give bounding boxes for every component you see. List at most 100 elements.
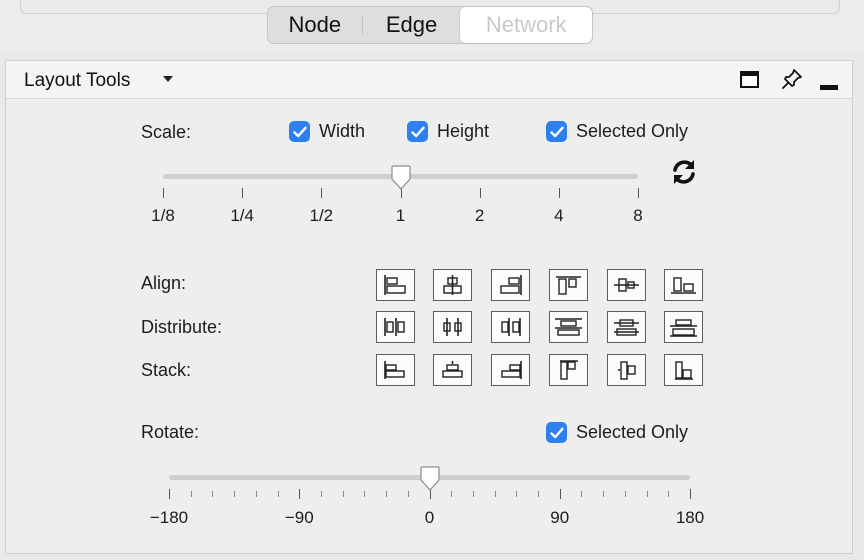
slider-minor-tick xyxy=(494,491,496,497)
top-area: Node Edge Network xyxy=(0,0,864,52)
slider-minor-tick xyxy=(668,491,670,497)
stack-center-horizontal-button[interactable] xyxy=(433,354,472,386)
slider-tick xyxy=(558,188,560,198)
stack-center-vertical-icon xyxy=(618,361,636,380)
slider-minor-tick xyxy=(646,491,648,497)
slider-minor-tick xyxy=(581,491,583,497)
check-icon xyxy=(549,427,564,438)
align-center-vertical-button[interactable] xyxy=(607,269,646,301)
slider-minor-tick xyxy=(407,491,409,497)
slider-tick-label: 0 xyxy=(424,508,435,527)
slider-tick-label: 180 xyxy=(675,508,705,527)
slider-tick-label: 90 xyxy=(550,508,570,527)
stack-center-vertical-button[interactable] xyxy=(607,354,646,386)
checkbox-label: Height xyxy=(437,121,490,141)
slider-tick xyxy=(559,489,561,499)
align-top-icon xyxy=(556,276,581,295)
layout-tools-panel: Layout Tools Scale: Width Height Selecte… xyxy=(5,60,853,554)
checkbox[interactable] xyxy=(546,422,567,443)
slider-tick xyxy=(321,188,323,198)
tab-edge[interactable]: Edge xyxy=(363,7,461,43)
check-icon xyxy=(292,126,307,137)
panel-title[interactable]: Layout Tools xyxy=(24,70,130,92)
stack-bottom-icon xyxy=(675,361,693,380)
slider-tick-label: 4 xyxy=(554,206,564,225)
slider-tick xyxy=(479,188,481,198)
pin-icon[interactable] xyxy=(780,67,804,91)
slider-tick-label: 2 xyxy=(474,206,485,225)
panel-tab-bar: Node Edge Network xyxy=(267,6,593,44)
align-bottom-button[interactable] xyxy=(664,269,703,301)
slider-tick-label: 8 xyxy=(633,206,643,225)
align-top-button[interactable] xyxy=(549,269,588,301)
maximize-icon[interactable] xyxy=(740,71,759,88)
align-center-horizontal-button[interactable] xyxy=(433,269,472,301)
slider-minor-tick xyxy=(386,491,388,497)
align-left-button[interactable] xyxy=(376,269,415,301)
slider-minor-tick xyxy=(190,491,192,497)
distribute-left-icon xyxy=(384,318,405,336)
slider-minor-tick xyxy=(516,491,518,497)
rotate-selected-only-checkbox[interactable]: Selected Only xyxy=(546,422,688,443)
slider-minor-tick xyxy=(603,491,605,497)
distribute-bottom-button[interactable] xyxy=(664,311,703,343)
chevron-down-icon[interactable] xyxy=(163,76,173,82)
distribute-center-horizontal-button[interactable] xyxy=(433,311,472,343)
stack-center-horizontal-icon xyxy=(442,361,463,378)
scale-label: Scale: xyxy=(141,122,192,142)
slider-tick xyxy=(163,188,164,198)
checkbox-label: Width xyxy=(319,121,366,141)
slider-tick-label: −180 xyxy=(149,508,189,527)
slider-minor-tick xyxy=(624,491,626,497)
checkbox[interactable] xyxy=(289,121,310,142)
distribute-bottom-icon xyxy=(670,319,697,337)
align-right-button[interactable] xyxy=(491,269,530,301)
slider-tick-label: 1/8 xyxy=(151,206,175,225)
slider-minor-tick xyxy=(472,491,474,497)
distribute-right-icon xyxy=(501,318,521,336)
scale-selected-only-checkbox[interactable]: Selected Only xyxy=(546,121,688,142)
checkbox-label: Selected Only xyxy=(576,422,689,442)
slider-tick-label: −90 xyxy=(284,508,314,527)
align-center-horizontal-icon xyxy=(443,275,462,295)
checkbox[interactable] xyxy=(546,121,567,142)
stack-right-button[interactable] xyxy=(491,354,530,386)
slider-thumb[interactable] xyxy=(418,466,442,492)
panel-header: Layout Tools xyxy=(6,61,852,99)
align-right-icon xyxy=(500,275,522,295)
slider-minor-tick xyxy=(255,491,257,497)
distribute-center-horizontal-icon xyxy=(443,318,462,336)
scale-width-checkbox[interactable]: Width xyxy=(289,121,365,142)
slider-tick xyxy=(638,188,639,198)
slider-minor-tick xyxy=(320,491,322,497)
slider-thumb[interactable] xyxy=(389,165,413,191)
tab-network[interactable]: Network xyxy=(460,7,592,43)
stack-left-icon xyxy=(384,361,405,379)
slider-tick xyxy=(242,188,244,198)
align-label: Align: xyxy=(141,273,187,293)
slider-minor-tick xyxy=(364,491,366,497)
distribute-right-button[interactable] xyxy=(491,311,530,343)
align-left-icon xyxy=(384,275,406,295)
scale-height-checkbox[interactable]: Height xyxy=(407,121,489,142)
distribute-top-button[interactable] xyxy=(549,311,588,343)
refresh-icon[interactable] xyxy=(668,156,700,188)
slider-minor-tick xyxy=(277,491,279,497)
slider-tick-label: 1/2 xyxy=(309,206,334,225)
rotate-label: Rotate: xyxy=(141,422,200,442)
check-icon xyxy=(410,126,425,137)
distribute-center-vertical-button[interactable] xyxy=(607,311,646,343)
checkbox[interactable] xyxy=(407,121,428,142)
stack-top-icon xyxy=(560,360,578,380)
slider-minor-tick xyxy=(538,491,540,497)
slider-tick xyxy=(169,489,170,499)
stack-left-button[interactable] xyxy=(376,354,415,386)
slider-minor-tick xyxy=(212,491,214,497)
distribute-left-button[interactable] xyxy=(376,311,415,343)
stack-bottom-button[interactable] xyxy=(664,354,703,386)
tab-node[interactable]: Node xyxy=(268,7,362,43)
distribute-top-icon xyxy=(555,318,582,336)
slider-minor-tick xyxy=(451,491,453,497)
minimize-icon[interactable] xyxy=(820,85,838,90)
stack-top-button[interactable] xyxy=(549,354,588,386)
